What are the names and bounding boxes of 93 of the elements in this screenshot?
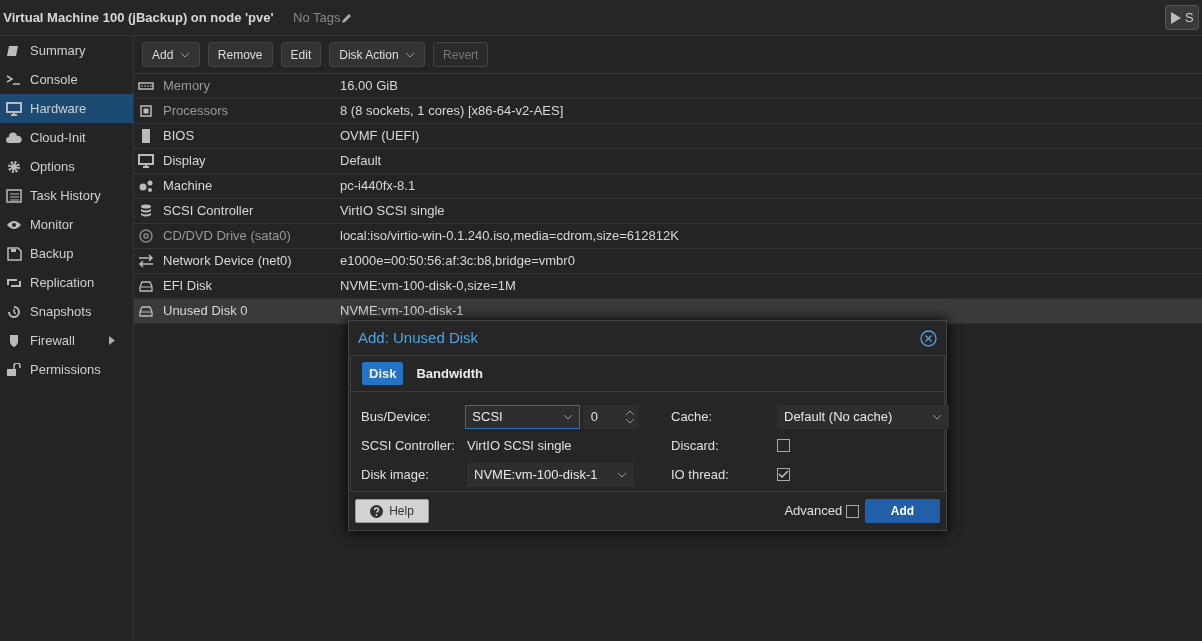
terminal-icon (6, 72, 22, 87)
help-button[interactable]: Help (355, 499, 429, 523)
hard-drive-icon (138, 279, 154, 293)
start-button[interactable]: S (1164, 4, 1199, 31)
caret-icon (405, 51, 416, 58)
memory-icon (138, 79, 154, 93)
floppy-icon (6, 246, 22, 261)
history-icon (6, 304, 22, 319)
sidebar-item[interactable]: Console (0, 65, 133, 94)
field-label: Discard: (671, 436, 720, 455)
table-cell-text: Network Device (net0) (163, 252, 292, 271)
arrows-icon (138, 254, 154, 268)
checkbox-label: Advanced (784, 502, 843, 521)
table-cell-text: Unused Disk 0 (163, 302, 248, 321)
table-cell-text: Processors (163, 102, 229, 121)
table-cell-text: Memory (163, 77, 210, 96)
tab[interactable]: Bandwidth (409, 361, 490, 386)
field-label: SCSI Controller: (361, 436, 456, 455)
hard-drive-icon (138, 304, 154, 318)
table-row[interactable]: Network Device (net0) e1000e=00:50:56:af:3c:b8,bridge=vmbr0 (134, 249, 1202, 274)
table-cell-text: NVME:vm-100-disk-1 (340, 302, 464, 321)
table-row[interactable]: Memory 16.00 GiB (134, 74, 1202, 99)
sidebar-item[interactable]: Summary (0, 36, 133, 65)
field-label: IO thread: (671, 465, 730, 484)
pencil-icon (340, 11, 353, 24)
table-cell-text: pc-i440fx-8.1 (340, 177, 416, 196)
toolbar-button[interactable]: Disk Action (329, 42, 426, 67)
gear-icon (6, 159, 22, 174)
caret-icon (617, 471, 627, 478)
table-cell-text: VirtIO SCSI single (340, 202, 445, 221)
table-cell-text: NVME:vm-100-disk-0,size=1M (340, 277, 516, 296)
sidebar-item[interactable]: Firewall (0, 326, 133, 355)
table-cell-text: Display (163, 152, 206, 171)
field-label: Bus/Device: (361, 407, 432, 426)
caret-icon (179, 51, 190, 58)
field-label: Disk image: (361, 465, 430, 484)
select-field[interactable]: Default (No cache) (777, 404, 949, 429)
dialog-title: Add: Unused Disk (358, 327, 479, 348)
checkbox[interactable] (777, 439, 790, 452)
sidebar-item[interactable]: Options (0, 152, 133, 181)
toolbar-button[interactable]: Add (142, 42, 200, 67)
play-icon (1169, 10, 1182, 25)
monitor-icon (138, 154, 154, 168)
table-cell-text: OVMF (UEFI) (340, 127, 420, 146)
disc-icon (138, 229, 154, 243)
database-icon (138, 204, 154, 218)
table-row[interactable]: Display Default (134, 149, 1202, 174)
tags-button[interactable]: No Tags (293, 7, 353, 28)
table-cell-text: local:iso/virtio-win-0.1.240.iso,media=cdrom,size=612812K (340, 227, 679, 246)
caret-icon (562, 413, 573, 420)
window-title: Virtual Machine 100 (jBackup) on node 'pve' (3, 8, 274, 27)
table-cell-text: 16.00 GiB (340, 77, 398, 96)
table-cell-text: Machine (163, 177, 213, 196)
sidebar-item[interactable]: Cloud-Init (0, 123, 133, 152)
table-cell-text: CD/DVD Drive (sata0) (163, 227, 291, 246)
table-row[interactable]: Unused Disk 0 NVME:vm-100-disk-1 (134, 299, 1202, 324)
table-cell-text: e1000e=00:50:56:af:3c:b8,bridge=vmbr0 (340, 252, 575, 271)
field-value: VirtIO SCSI single (467, 436, 572, 455)
spinner-icon (625, 408, 635, 425)
close-icon[interactable] (920, 329, 937, 347)
sidebar-item[interactable]: Hardware (0, 94, 133, 123)
cloud-icon (6, 130, 22, 145)
help-icon (370, 504, 384, 518)
caret-icon (932, 413, 942, 420)
table-cell-text: 8 (8 sockets, 1 cores) [x86-64-v2-AES] (340, 102, 564, 121)
table-row[interactable]: Processors 8 (8 sockets, 1 cores) [x86-64-v2-AES] (134, 99, 1202, 124)
table-cell-text: Default (340, 152, 382, 171)
tab[interactable]: Disk (362, 361, 404, 386)
field-label: Cache: (671, 407, 714, 426)
select-field[interactable]: NVME:vm-100-disk-1 (467, 462, 634, 487)
select-field[interactable]: SCSI (465, 404, 580, 429)
sidebar-item[interactable]: Replication (0, 268, 133, 297)
sidebar-item[interactable]: Backup (0, 239, 133, 268)
table-row[interactable]: SCSI Controller VirtIO SCSI single (134, 199, 1202, 224)
unlock-icon (6, 362, 22, 377)
number-field[interactable]: 0 (582, 404, 639, 429)
monitor-icon (6, 101, 22, 116)
sidebar-item[interactable]: Permissions (0, 355, 133, 384)
table-row[interactable]: Machine pc-i440fx-8.1 (134, 174, 1202, 199)
sidebar-item[interactable]: Monitor (0, 210, 133, 239)
table-cell-text: BIOS (163, 127, 195, 146)
checkbox[interactable] (777, 468, 790, 481)
sidebar-item[interactable]: Task History (0, 181, 133, 210)
table-row[interactable]: CD/DVD Drive (sata0) local:iso/virtio-win-0.1.240.iso,media=cdrom,size=612812K (134, 224, 1202, 249)
checkbox[interactable] (845, 504, 859, 518)
add-button[interactable]: Add (865, 499, 940, 523)
table-cell-text: EFI Disk (163, 277, 213, 296)
sidebar-item[interactable]: Snapshots (0, 297, 133, 326)
toolbar-button[interactable]: Edit (280, 42, 322, 67)
table-row[interactable]: BIOS OVMF (UEFI) (134, 124, 1202, 149)
toolbar-button[interactable]: Remove (207, 42, 273, 67)
table-cell-text: SCSI Controller (163, 202, 254, 221)
list-icon (6, 188, 22, 203)
